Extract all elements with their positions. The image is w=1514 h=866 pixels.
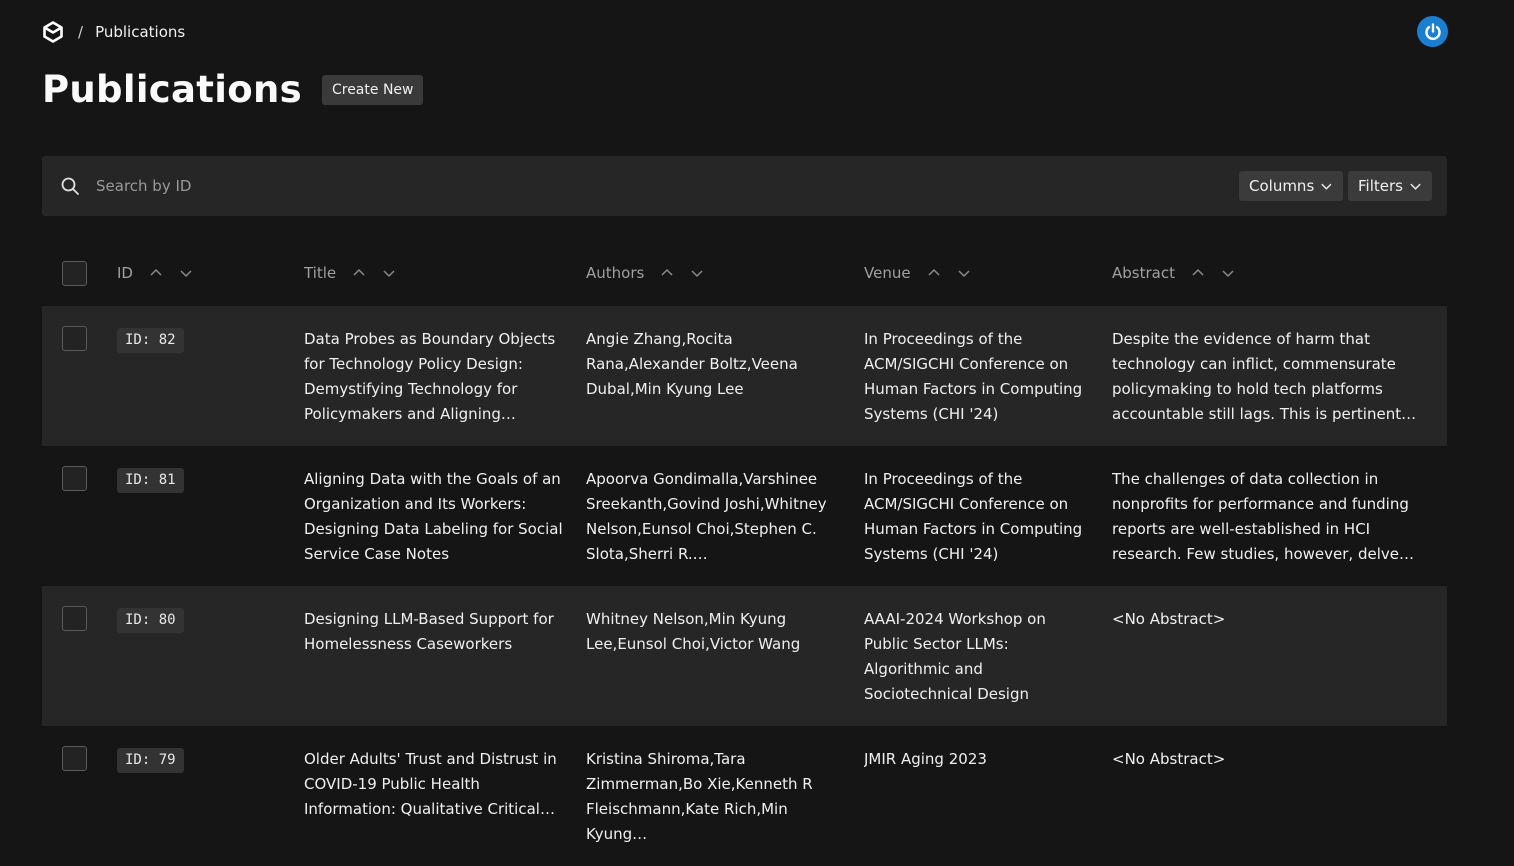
sort-descending-icon: [958, 270, 970, 278]
authors-cell: Angie Zhang,Rocita Rana,Alexander Boltz,…: [586, 330, 798, 398]
column-header-abstract[interactable]: Abstract: [1112, 264, 1251, 282]
venue-cell: AAAI-2024 Workshop on Public Sector LLMs…: [864, 610, 1046, 703]
chevron-down-icon: [1321, 183, 1332, 190]
sort-controls[interactable]: [927, 266, 987, 280]
sort-controls[interactable]: [149, 266, 209, 280]
authors-cell: Apoorva Gondimalla,Varshinee Sreekanth,G…: [586, 470, 827, 563]
select-all-checkbox[interactable]: [62, 261, 87, 286]
id-badge: ID: 80: [117, 608, 184, 633]
filters-button[interactable]: Filters: [1348, 171, 1432, 201]
sort-controls[interactable]: [352, 266, 412, 280]
chevron-down-icon: [1410, 183, 1421, 190]
abstract-cell: <No Abstract>: [1112, 610, 1226, 628]
sort-ascending-icon: [1192, 268, 1204, 276]
column-header-label: ID: [117, 264, 133, 282]
abstract-cell: The challenges of data collection in non…: [1112, 470, 1409, 563]
columns-label: Columns: [1249, 177, 1315, 195]
sort-descending-icon: [383, 270, 395, 278]
sort-descending-icon: [180, 270, 192, 278]
sort-ascending-icon: [928, 268, 940, 276]
page-title: Publications: [42, 68, 302, 111]
sort-descending-icon: [1222, 270, 1234, 278]
authors-cell: Kristina Shiroma,Tara Zimmerman,Bo Xie,K…: [586, 750, 813, 843]
title-cell: Data Probes as Boundary Objects for Tech…: [304, 330, 556, 423]
table-row[interactable]: ID: 81 Aligning Data with the Goals of a…: [42, 446, 1447, 586]
table-row[interactable]: ID: 82 Data Probes as Boundary Objects f…: [42, 306, 1447, 446]
breadcrumb: / Publications: [42, 20, 185, 44]
sort-ascending-icon: [661, 268, 673, 276]
abstract-cell: Despite the evidence of harm that techno…: [1112, 330, 1402, 423]
column-header-label: Abstract: [1112, 264, 1175, 282]
authors-cell: Whitney Nelson,Min Kyung Lee,Eunsol Choi…: [586, 610, 801, 653]
breadcrumb-current[interactable]: Publications: [95, 23, 185, 41]
create-new-button[interactable]: Create New: [321, 74, 424, 105]
column-header-label: Venue: [864, 264, 911, 282]
column-header-id[interactable]: ID: [117, 264, 209, 282]
columns-button[interactable]: Columns: [1239, 171, 1343, 201]
table-header: ID Title Authors Venue Abstract: [42, 254, 1447, 294]
venue-cell: In Proceedings of the ACM/SIGCHI Confere…: [864, 330, 1083, 423]
column-header-title[interactable]: Title: [304, 264, 412, 282]
search-icon: [61, 177, 79, 195]
power-icon: [1424, 22, 1441, 40]
id-badge: ID: 81: [117, 468, 184, 493]
venue-cell: In Proceedings of the ACM/SIGCHI Confere…: [864, 470, 1083, 563]
column-header-label: Authors: [586, 264, 645, 282]
title-cell: Aligning Data with the Goals of an Organ…: [304, 470, 563, 563]
filters-label: Filters: [1358, 177, 1403, 195]
sort-controls[interactable]: [1191, 266, 1251, 280]
sort-ascending-icon: [150, 268, 162, 276]
title-cell: Older Adults' Trust and Distrust in COVI…: [304, 750, 557, 818]
row-checkbox[interactable]: [62, 326, 87, 351]
power-button[interactable]: [1417, 16, 1448, 47]
title-cell: Designing LLM-Based Support for Homeless…: [304, 610, 554, 653]
sort-controls[interactable]: [660, 266, 720, 280]
table-row[interactable]: ID: 79 Older Adults' Trust and Distrust …: [42, 726, 1447, 866]
id-badge: ID: 79: [117, 748, 184, 773]
column-header-authors[interactable]: Authors: [586, 264, 720, 282]
column-header-label: Title: [304, 264, 337, 282]
breadcrumb-separator: /: [78, 23, 84, 41]
id-badge: ID: 82: [117, 328, 184, 353]
venue-cell: JMIR Aging 2023: [864, 750, 987, 768]
column-header-venue[interactable]: Venue: [864, 264, 987, 282]
logo-icon[interactable]: [42, 21, 64, 43]
abstract-cell: <No Abstract>: [1112, 750, 1226, 768]
row-checkbox[interactable]: [62, 466, 87, 491]
sort-descending-icon: [691, 270, 703, 278]
search-bar: Columns Filters: [42, 156, 1447, 216]
sort-ascending-icon: [353, 268, 365, 276]
search-input[interactable]: [96, 172, 696, 200]
table-row[interactable]: ID: 80 Designing LLM-Based Support for H…: [42, 586, 1447, 726]
row-checkbox[interactable]: [62, 606, 87, 631]
row-checkbox[interactable]: [62, 746, 87, 771]
